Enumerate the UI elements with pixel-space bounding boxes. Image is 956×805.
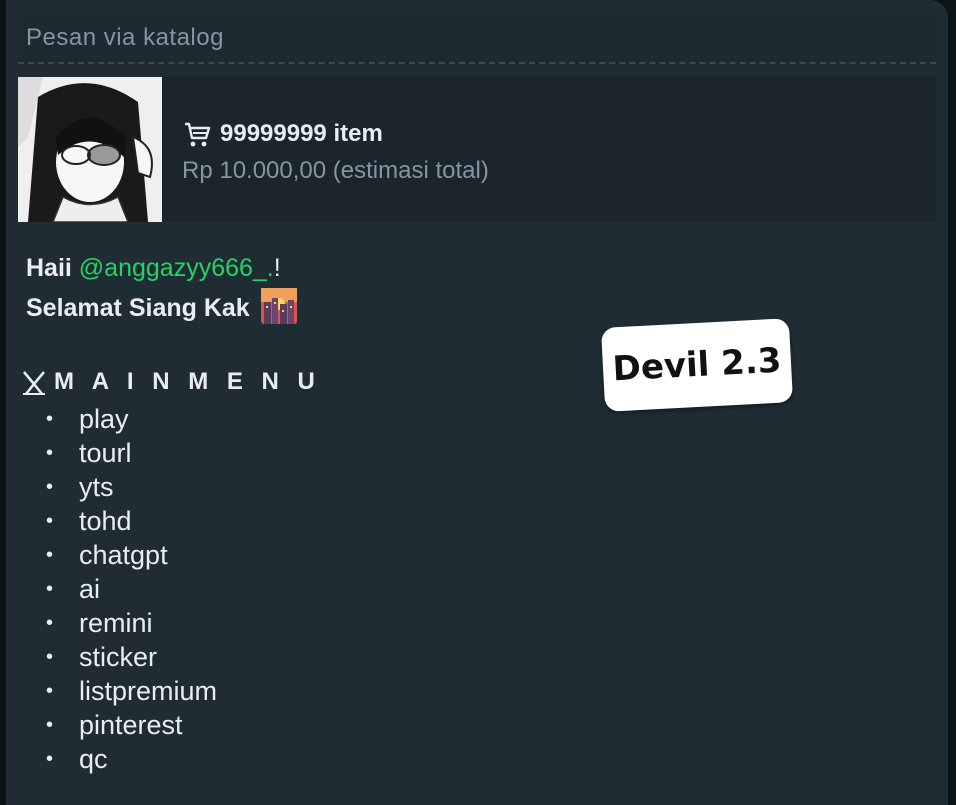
menu-item-play[interactable]: • play bbox=[46, 402, 217, 436]
main-menu-label: M A I N M E N U bbox=[54, 368, 321, 395]
menu-item-label: tourl bbox=[79, 438, 132, 468]
bullet-icon: • bbox=[46, 442, 54, 464]
bullet-icon: • bbox=[46, 408, 54, 430]
catalog-header[interactable]: Pesan via katalog bbox=[18, 10, 936, 64]
bullet-icon: • bbox=[46, 544, 54, 566]
catalog-title: Pesan via katalog bbox=[26, 24, 224, 51]
menu-list: • play • tourl • yts • tohd • chatgpt • ai • remini • s… bbox=[46, 402, 217, 776]
chat-screen: Pesan via katalog 99999999 item Rp 10.00… bbox=[0, 0, 956, 805]
main-menu-title: M A I N M E N U bbox=[20, 368, 321, 396]
menu-item-label: pinterest bbox=[79, 710, 183, 740]
menu-item-label: ai bbox=[79, 574, 101, 604]
menu-item-tourl[interactable]: • tourl bbox=[46, 436, 217, 470]
salutation-line: Selamat Siang Kak bbox=[26, 288, 297, 328]
greeting-block: Haii @anggazyy666_.! Selamat Siang Kak bbox=[26, 248, 297, 328]
bullet-icon: • bbox=[46, 680, 54, 702]
user-mention[interactable]: @anggazyy666_. bbox=[79, 254, 274, 282]
greeting-prefix: Haii bbox=[26, 254, 79, 282]
menu-item-label: play bbox=[79, 404, 129, 434]
bullet-icon: • bbox=[46, 646, 54, 668]
item-count-row: 99999999 item bbox=[182, 119, 383, 149]
bullet-icon: • bbox=[46, 612, 54, 634]
devil-sticker[interactable]: Devil 2.3 bbox=[600, 318, 794, 412]
bullet-icon: • bbox=[46, 748, 54, 770]
menu-item-ai[interactable]: • ai bbox=[46, 572, 217, 606]
greeting-suffix: ! bbox=[273, 254, 281, 282]
bullet-icon: • bbox=[46, 714, 54, 736]
cart-icon bbox=[185, 122, 211, 147]
menu-item-listpremium[interactable]: • listpremium bbox=[46, 674, 217, 708]
salutation-text: Selamat Siang Kak bbox=[26, 294, 250, 322]
bullet-icon: • bbox=[46, 476, 54, 498]
menu-item-tohd[interactable]: • tohd bbox=[46, 504, 217, 538]
bullet-icon: • bbox=[46, 578, 54, 600]
message-bubble[interactable]: Pesan via katalog 99999999 item Rp 10.00… bbox=[6, 0, 948, 805]
menu-item-chatgpt[interactable]: • chatgpt bbox=[46, 538, 217, 572]
sunset-city-icon bbox=[260, 288, 297, 324]
menu-item-qc[interactable]: • qc bbox=[46, 742, 217, 776]
catalog-product-card[interactable]: 99999999 item Rp 10.000,00 (estimasi tot… bbox=[18, 77, 936, 222]
menu-item-label: yts bbox=[79, 472, 114, 502]
menu-item-label: remini bbox=[79, 608, 153, 638]
menu-item-label: tohd bbox=[79, 506, 132, 536]
sticker-text: Devil 2.3 bbox=[611, 340, 783, 390]
menu-item-pinterest[interactable]: • pinterest bbox=[46, 708, 217, 742]
menu-item-label: listpremium bbox=[79, 676, 218, 706]
estimated-total: Rp 10.000,00 (estimasi total) bbox=[182, 157, 489, 184]
menu-item-sticker[interactable]: • sticker bbox=[46, 640, 217, 674]
greeting-line: Haii @anggazyy666_.! bbox=[26, 248, 297, 288]
menu-item-yts[interactable]: • yts bbox=[46, 470, 217, 504]
menu-item-remini[interactable]: • remini bbox=[46, 606, 217, 640]
menu-glyph-icon bbox=[23, 371, 45, 395]
bullet-icon: • bbox=[46, 510, 54, 532]
menu-item-label: qc bbox=[79, 744, 108, 774]
item-count: 99999999 item bbox=[220, 120, 383, 147]
menu-item-label: sticker bbox=[79, 642, 158, 672]
menu-item-label: chatgpt bbox=[79, 540, 168, 570]
product-thumbnail[interactable] bbox=[18, 77, 162, 222]
